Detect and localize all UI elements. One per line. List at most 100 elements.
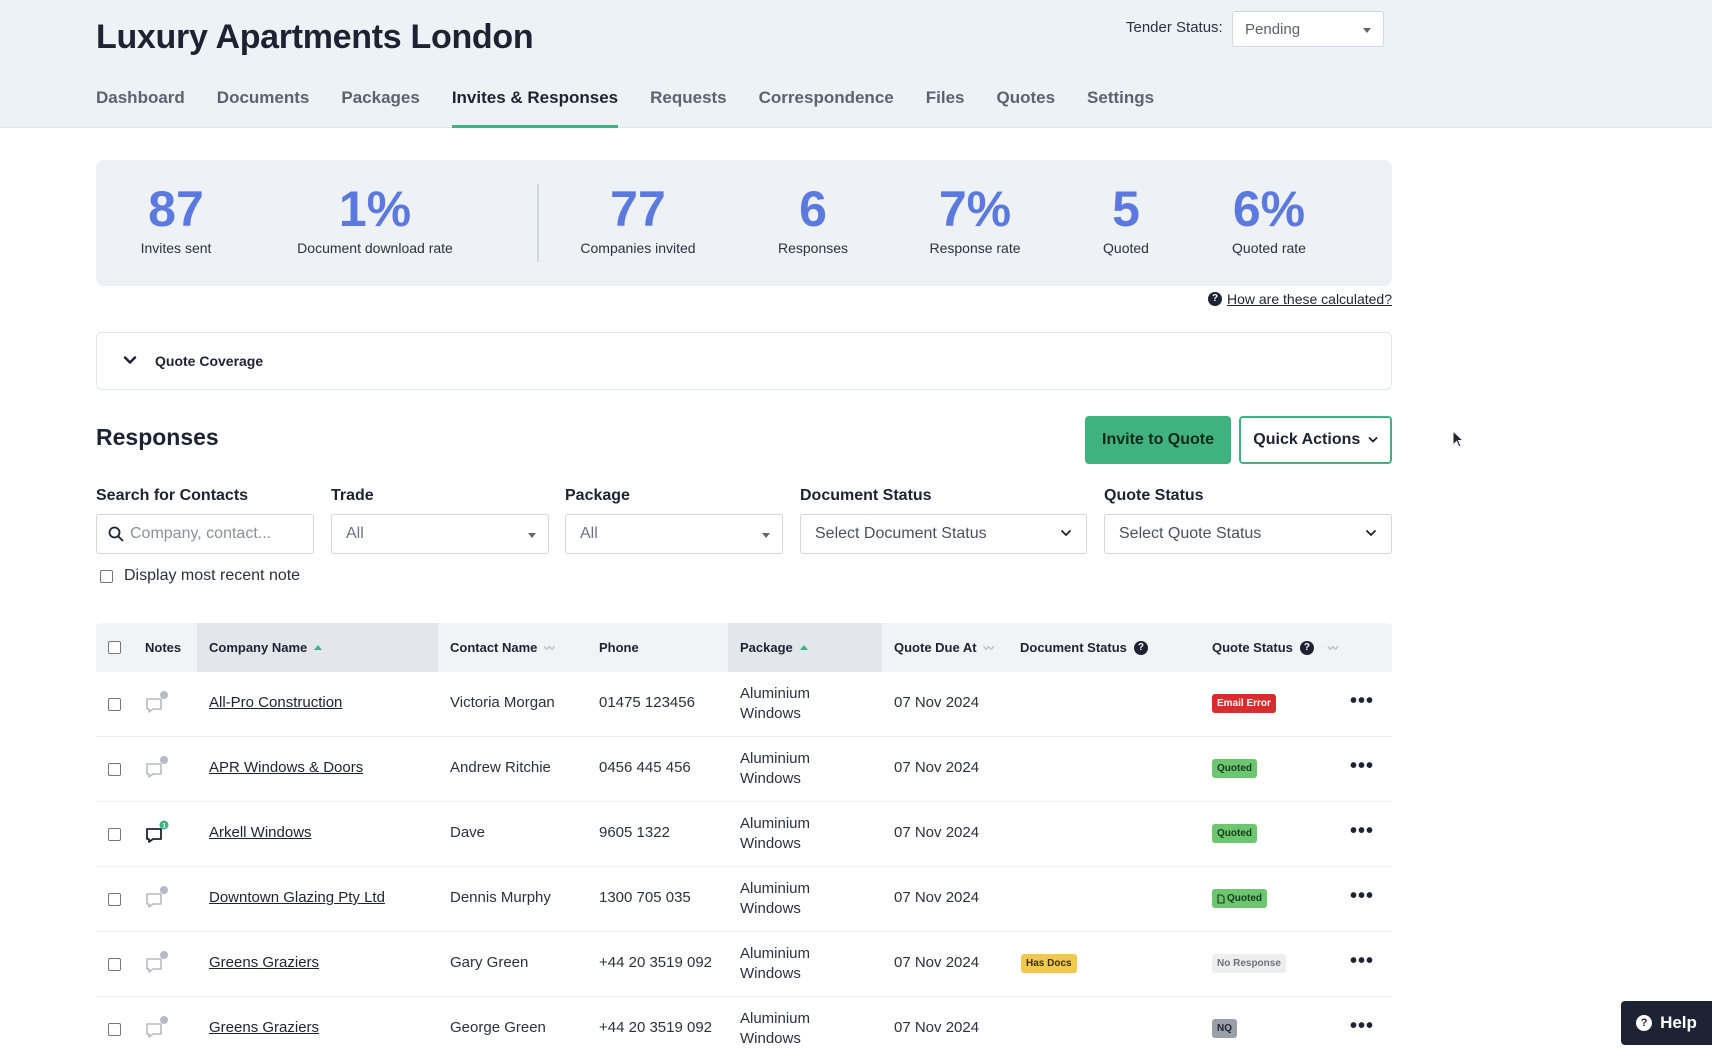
stat-label: Quoted rate bbox=[1232, 240, 1306, 256]
stat-companies-invited: 77 Companies invited bbox=[580, 182, 695, 256]
package: Aluminium Windows bbox=[740, 879, 810, 919]
stat-label: Document download rate bbox=[297, 240, 453, 256]
tender-status-select[interactable]: Pending bbox=[1232, 11, 1384, 47]
help-label: Help bbox=[1660, 1013, 1697, 1032]
question-icon[interactable]: ? bbox=[1299, 640, 1314, 655]
header-contact-label: Contact Name bbox=[450, 640, 538, 655]
recent-note-label: Display most recent note bbox=[124, 567, 301, 584]
comment-add-icon[interactable] bbox=[144, 950, 170, 976]
quote-status-text: Quoted bbox=[1227, 893, 1262, 904]
sort-asc-icon bbox=[314, 645, 323, 650]
chevron-down-icon bbox=[1368, 437, 1378, 443]
tab-settings[interactable]: Settings bbox=[1087, 88, 1154, 128]
row-checkbox[interactable] bbox=[108, 893, 121, 906]
quote-due-date: 07 Nov 2024 bbox=[894, 759, 980, 776]
phone: 1300 705 035 bbox=[599, 889, 691, 906]
header-phone-label: Phone bbox=[599, 640, 639, 655]
package-line-1: Aluminium bbox=[740, 880, 811, 897]
comment-icon[interactable]: 1 bbox=[144, 820, 170, 846]
mouse-cursor-icon bbox=[1452, 430, 1465, 448]
document-status-value: Select Document Status bbox=[815, 525, 987, 542]
company-name-link[interactable]: Greens Graziers bbox=[209, 1019, 319, 1036]
tab-documents[interactable]: Documents bbox=[217, 88, 310, 128]
display-recent-note-toggle[interactable]: Display most recent note bbox=[100, 567, 300, 585]
tab-requests[interactable]: Requests bbox=[650, 88, 727, 128]
stats-panel: 87 Invites sent 1% Document download rat… bbox=[96, 160, 1392, 286]
row-checkbox[interactable] bbox=[108, 1023, 121, 1036]
row-more-icon[interactable]: ••• bbox=[1350, 885, 1374, 908]
header-quote-due-at[interactable]: Quote Due At 〰 bbox=[894, 640, 994, 655]
package: Aluminium Windows bbox=[740, 1009, 810, 1049]
row-more-icon[interactable]: ••• bbox=[1350, 690, 1374, 713]
question-icon[interactable]: ? bbox=[1133, 640, 1148, 655]
company-name-link[interactable]: Downtown Glazing Pty Ltd bbox=[209, 889, 385, 906]
package-line-2: Windows bbox=[740, 1030, 801, 1047]
comment-add-icon[interactable] bbox=[144, 885, 170, 911]
row-checkbox[interactable] bbox=[108, 698, 121, 711]
quote-due-date: 07 Nov 2024 bbox=[894, 694, 980, 711]
package-value: All bbox=[580, 525, 598, 542]
tab-bar: Dashboard Documents Packages Invites & R… bbox=[96, 88, 1186, 128]
quote-coverage-panel[interactable]: Quote Coverage bbox=[96, 332, 1392, 390]
phone: +44 20 3519 092 bbox=[599, 954, 713, 971]
company-name-link[interactable]: All-Pro Construction bbox=[209, 694, 342, 711]
header-contact-name[interactable]: Contact Name 〰 bbox=[450, 640, 554, 655]
quote-status-label: Quote Status bbox=[1104, 487, 1204, 504]
recent-note-checkbox[interactable] bbox=[100, 569, 113, 583]
stats-divider bbox=[537, 184, 539, 262]
contact-name: Gary Green bbox=[450, 954, 529, 971]
stat-value: 5 bbox=[1112, 181, 1140, 237]
invite-to-quote-button[interactable]: Invite to Quote bbox=[1085, 416, 1231, 464]
package-select[interactable]: All bbox=[565, 514, 783, 554]
comment-add-icon[interactable] bbox=[144, 1015, 170, 1041]
row-more-icon[interactable]: ••• bbox=[1350, 950, 1374, 973]
comment-add-icon[interactable] bbox=[144, 755, 170, 781]
tab-invites-responses[interactable]: Invites & Responses bbox=[451, 88, 619, 128]
row-more-icon[interactable]: ••• bbox=[1350, 820, 1374, 843]
how-calculated-link[interactable]: ? How are these calculated? bbox=[1208, 291, 1392, 307]
contact-name: Andrew Ritchie bbox=[450, 759, 551, 776]
stat-label: Response rate bbox=[929, 240, 1021, 256]
tab-correspondence[interactable]: Correspondence bbox=[759, 88, 894, 128]
document-status-select[interactable]: Select Document Status bbox=[800, 514, 1087, 554]
tab-quotes[interactable]: Quotes bbox=[996, 88, 1055, 128]
company-name-link[interactable]: Arkell Windows bbox=[209, 824, 312, 841]
sort-asc-icon bbox=[799, 645, 808, 650]
tab-packages[interactable]: Packages bbox=[341, 88, 419, 128]
table-header: Notes Company Name Contact Name 〰 Phone P… bbox=[96, 623, 1392, 672]
tab-dashboard[interactable]: Dashboard bbox=[96, 88, 185, 128]
search-input[interactable] bbox=[96, 514, 314, 554]
help-button[interactable]: ? Help bbox=[1621, 1001, 1712, 1045]
phone: +44 20 3519 092 bbox=[599, 1019, 713, 1036]
company-name-link[interactable]: Greens Graziers bbox=[209, 954, 319, 971]
stat-value: 1% bbox=[338, 181, 412, 237]
row-more-icon[interactable]: ••• bbox=[1350, 755, 1374, 778]
row-checkbox[interactable] bbox=[108, 763, 121, 776]
quote-status-select[interactable]: Select Quote Status bbox=[1104, 514, 1392, 554]
comment-add-icon[interactable] bbox=[144, 690, 170, 716]
header-document-status: Document Status? bbox=[1020, 640, 1148, 655]
tab-files[interactable]: Files bbox=[926, 88, 965, 128]
search-label: Search for Contacts bbox=[96, 487, 249, 504]
question-icon: ? bbox=[1636, 1015, 1653, 1031]
contact-name: Dave bbox=[450, 824, 486, 841]
header-package-label: Package bbox=[740, 640, 793, 655]
row-more-icon[interactable]: ••• bbox=[1350, 1015, 1374, 1038]
package-line-2: Windows bbox=[740, 835, 801, 852]
trade-value: All bbox=[346, 525, 364, 542]
header-quote-status[interactable]: Quote Status? 〰 bbox=[1212, 640, 1338, 655]
select-all-checkbox[interactable] bbox=[108, 641, 121, 654]
trade-select[interactable]: All bbox=[331, 514, 549, 554]
header-package[interactable]: Package bbox=[740, 640, 808, 655]
package-line-1: Aluminium bbox=[740, 945, 811, 962]
stat-invites-sent: 87 Invites sent bbox=[141, 182, 212, 256]
row-checkbox[interactable] bbox=[108, 958, 121, 971]
row-checkbox[interactable] bbox=[108, 828, 121, 841]
header-company-name[interactable]: Company Name bbox=[209, 640, 323, 655]
company-name-link[interactable]: APR Windows & Doors bbox=[209, 759, 363, 776]
tender-status-value: Pending bbox=[1245, 21, 1301, 38]
package-line-2: Windows bbox=[740, 705, 801, 722]
quick-actions-button[interactable]: Quick Actions bbox=[1239, 416, 1392, 464]
package: Aluminium Windows bbox=[740, 684, 810, 724]
table-row: Greens Graziers George Green +44 20 3519… bbox=[96, 997, 1392, 1056]
